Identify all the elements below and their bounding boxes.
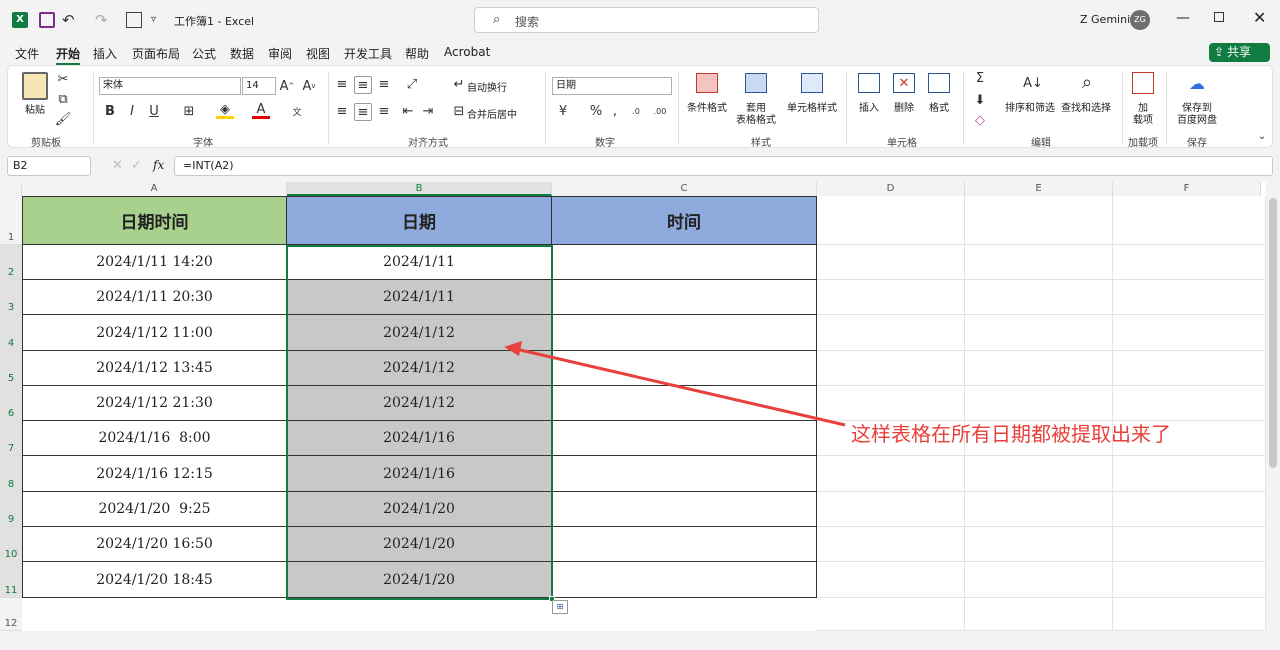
annotation-arrowhead [504, 341, 522, 356]
annotation-arrow-line [515, 347, 846, 427]
annotation-text: 这样表格在所有日期都被提取出来了 [851, 422, 1171, 446]
annotation-overlay [504, 341, 846, 427]
